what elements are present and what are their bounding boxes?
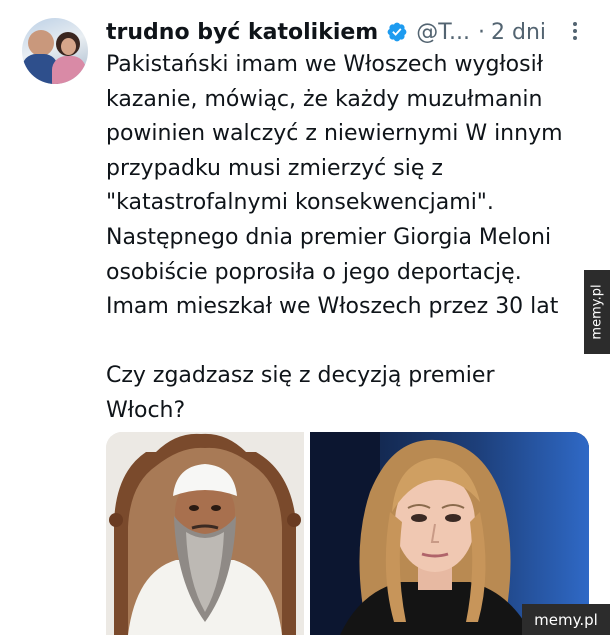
- tweet-question-line: Czy zgadzasz się z decyzją premier: [106, 363, 495, 389]
- memy-watermark-side: memy.pl: [584, 270, 610, 354]
- tweet-line: Imam mieszkał we Włoszech przez 30 lat: [106, 294, 559, 320]
- avatar-person-2-face: [61, 38, 76, 55]
- tweet-question-line: Włoch?: [106, 397, 186, 423]
- tweet-header: trudno być katolikiem @T... · 2 dni: [106, 16, 546, 48]
- tweet-line: Następnego dnia premier Giorgia Meloni: [106, 224, 552, 250]
- memy-watermark-corner: memy.pl: [522, 604, 610, 635]
- tweet-line: przypadku musi zmierzyć się z: [106, 155, 443, 181]
- tweet-text: Pakistański imam we Włoszech wygłosił ka…: [106, 48, 586, 429]
- tweet-line: "katastrofalnymi konsekwencjami".: [106, 190, 494, 216]
- post-time[interactable]: 2 dni: [491, 20, 546, 45]
- tweet-line: Pakistański imam we Włoszech wygłosił: [106, 52, 543, 77]
- avatar-person-2-body: [52, 56, 86, 84]
- memy-watermark-side-text: memy.pl: [589, 284, 605, 340]
- author-handle[interactable]: @T...: [416, 20, 470, 45]
- more-options-icon[interactable]: [568, 20, 582, 42]
- avatar-person-1-head: [28, 30, 54, 56]
- author-name[interactable]: trudno być katolikiem: [106, 20, 378, 45]
- tweet-line: osobiście poprosiła o jego deportację.: [106, 259, 522, 285]
- memy-watermark-corner-text: memy.pl: [534, 610, 598, 629]
- verified-badge-icon: [387, 22, 407, 42]
- avatar[interactable]: [22, 18, 88, 84]
- tweet-line: kazanie, mówiąc, że każdy muzułmanin: [106, 86, 543, 112]
- media-image-imam[interactable]: [106, 432, 304, 635]
- separator-dot: ·: [478, 19, 486, 45]
- tweet-line: powinien walczyć z niewiernymi W innym: [106, 121, 563, 147]
- imam-photo-illustration: [106, 432, 304, 635]
